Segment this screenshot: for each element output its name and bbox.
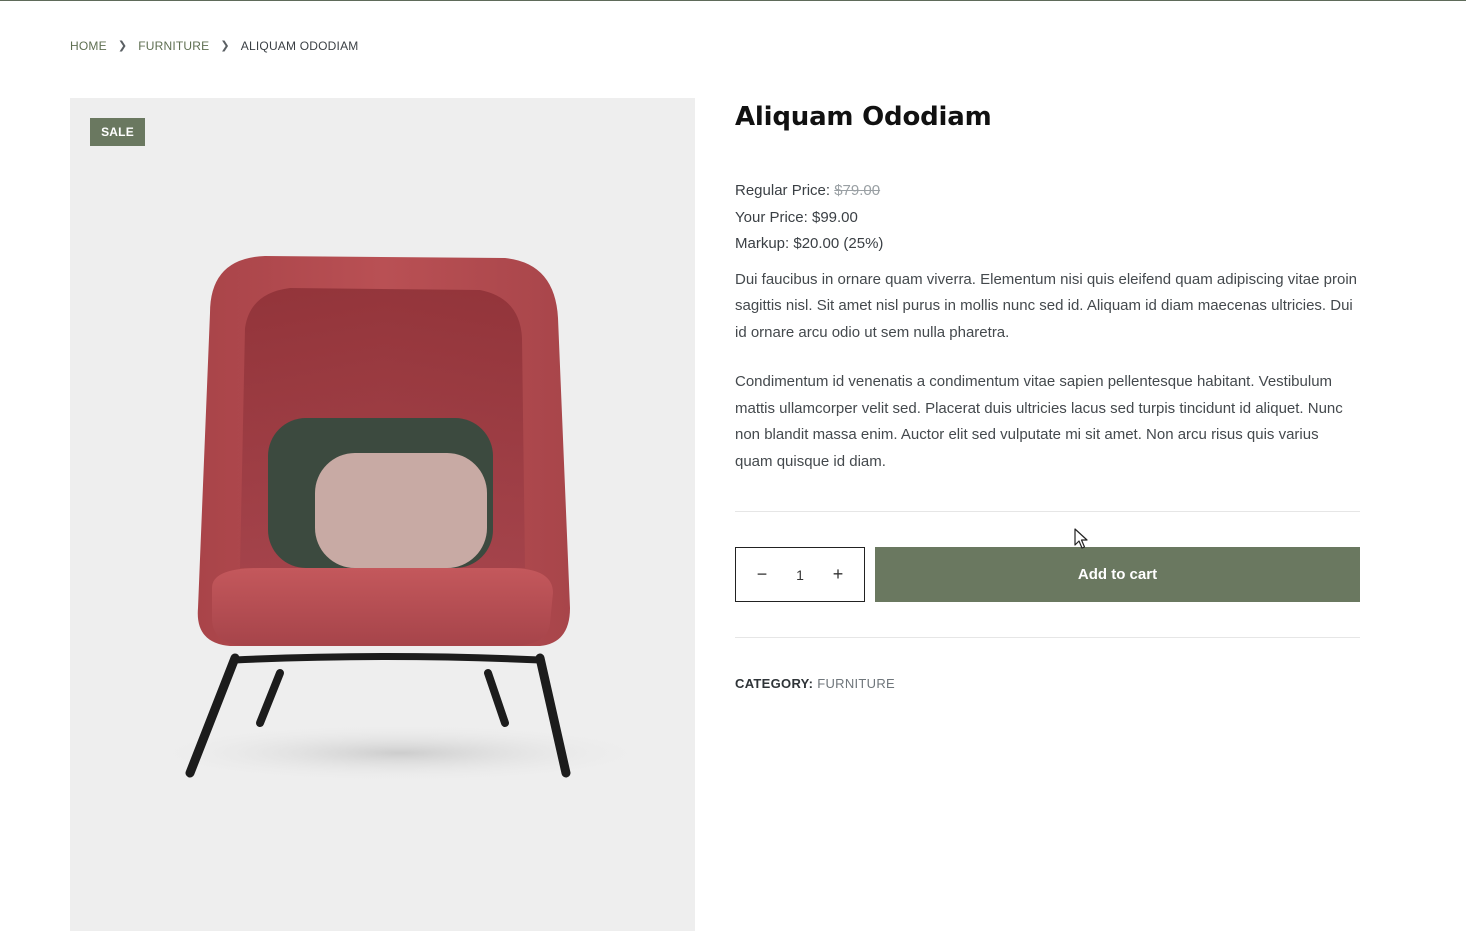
mouse-pointer-icon (1074, 528, 1088, 549)
chair-image (140, 256, 660, 783)
chevron-right-icon: ❯ (220, 39, 230, 52)
markup-price: Markup: $20.00 (25%) (735, 235, 884, 252)
your-price: Your Price: $99.00 (735, 208, 858, 226)
description-paragraph-2: Condimentum id venenatis a condimentum v… (735, 373, 1343, 470)
quantity-input[interactable]: 1 (796, 567, 804, 583)
breadcrumb-home[interactable]: HOME (70, 39, 107, 53)
chevron-right-icon: ❯ (117, 39, 128, 52)
minus-icon[interactable]: − (753, 564, 771, 585)
price-block: Regular Price: $79.00 Your Price: $99.00… (735, 178, 1360, 258)
product-title: Aliquam Ododiam (735, 102, 992, 132)
plus-icon[interactable]: + (829, 564, 847, 585)
quantity-stepper: − 1 + (735, 547, 865, 602)
divider (735, 511, 1360, 512)
product-description: Dui faucibus in ornare quam viverra. Ele… (735, 267, 1360, 476)
sale-badge: SALE (90, 118, 145, 146)
breadcrumb: HOME ❯ FURNITURE ❯ ALIQUAM ODODIAM (70, 39, 358, 53)
regular-price-label: Regular Price: (735, 182, 831, 199)
product-category: CATEGORY: FURNITURE (735, 676, 895, 691)
category-link[interactable]: FURNITURE (817, 676, 895, 691)
regular-price-line: Regular Price: $79.00 (735, 178, 1360, 205)
description-paragraph-1: Dui faucibus in ornare quam viverra. Ele… (735, 270, 1357, 341)
breadcrumb-category[interactable]: FURNITURE (138, 39, 209, 53)
add-to-cart-button[interactable]: Add to cart (875, 547, 1360, 602)
product-image-gallery[interactable]: SALE (70, 98, 695, 931)
breadcrumb-current: ALIQUAM ODODIAM (240, 39, 359, 53)
category-label: CATEGORY: (735, 676, 814, 691)
divider (735, 637, 1360, 638)
top-border (0, 0, 1466, 1)
regular-price-value: $79.00 (834, 182, 881, 199)
product-summary: Aliquam Ododiam Regular Price: $79.00 Yo… (735, 98, 1360, 475)
